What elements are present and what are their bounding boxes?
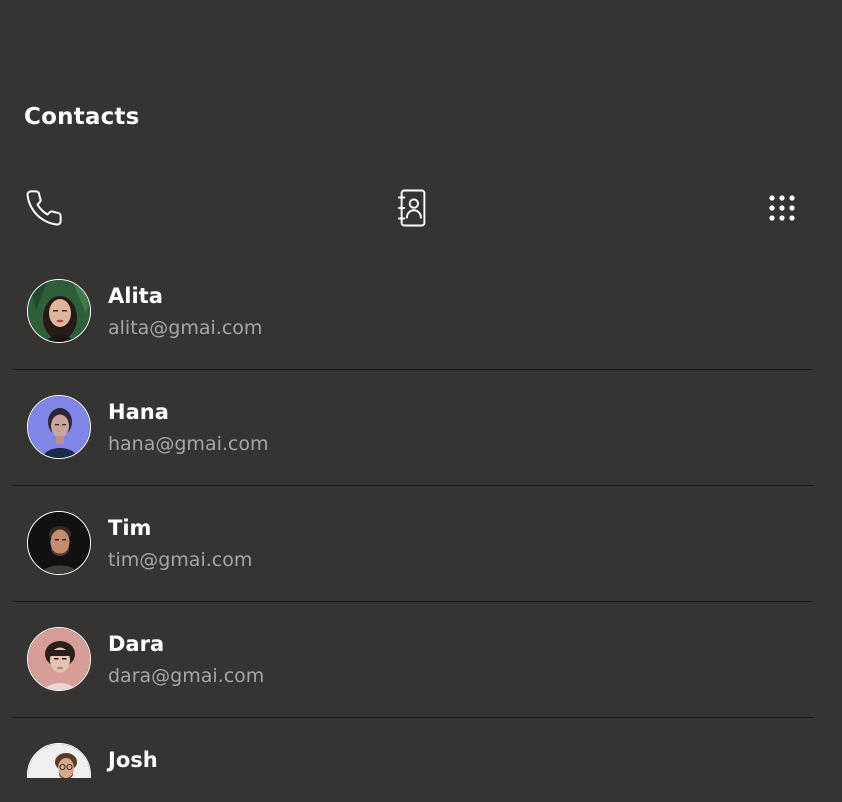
tab-contacts[interactable] bbox=[389, 184, 437, 232]
avatar-image bbox=[28, 512, 90, 574]
avatar[interactable] bbox=[27, 395, 91, 459]
contact-row-josh[interactable]: Josh bbox=[12, 718, 814, 778]
tab-bar bbox=[0, 184, 842, 232]
contact-email: dara@gmai.com bbox=[108, 665, 265, 687]
contact-list[interactable]: Alita alita@gmai.com Hana hana@gmai.com bbox=[12, 254, 814, 778]
contact-email: tim@gmai.com bbox=[108, 549, 253, 571]
tab-dialpad[interactable] bbox=[758, 184, 806, 232]
avatar-image bbox=[28, 628, 90, 690]
contact-name: Dara bbox=[108, 632, 165, 656]
contact-name: Hana bbox=[108, 400, 169, 424]
avatar[interactable] bbox=[27, 627, 91, 691]
contacts-app: Contacts Alita alita@gmai.com Hana hana@… bbox=[0, 0, 842, 802]
contact-name: Josh bbox=[108, 748, 158, 772]
avatar[interactable] bbox=[27, 511, 91, 575]
contact-name: Alita bbox=[108, 284, 163, 308]
tab-phone[interactable] bbox=[20, 184, 68, 232]
page-title: Contacts bbox=[24, 104, 140, 130]
contact-email: hana@gmai.com bbox=[108, 433, 269, 455]
contact-name: Tim bbox=[108, 516, 152, 540]
contact-book-icon bbox=[398, 189, 426, 227]
contact-row-dara[interactable]: Dara dara@gmai.com bbox=[12, 602, 814, 718]
dialpad-icon bbox=[769, 195, 795, 221]
avatar-image bbox=[28, 396, 90, 458]
contact-email: alita@gmai.com bbox=[108, 317, 263, 339]
avatar-image bbox=[28, 280, 90, 342]
contact-row-hana[interactable]: Hana hana@gmai.com bbox=[12, 370, 814, 486]
avatar-image bbox=[28, 744, 90, 778]
phone-icon bbox=[26, 190, 62, 226]
avatar[interactable] bbox=[27, 279, 91, 343]
contact-row-tim[interactable]: Tim tim@gmai.com bbox=[12, 486, 814, 602]
contact-row-alita[interactable]: Alita alita@gmai.com bbox=[12, 254, 814, 370]
avatar[interactable] bbox=[27, 743, 91, 778]
